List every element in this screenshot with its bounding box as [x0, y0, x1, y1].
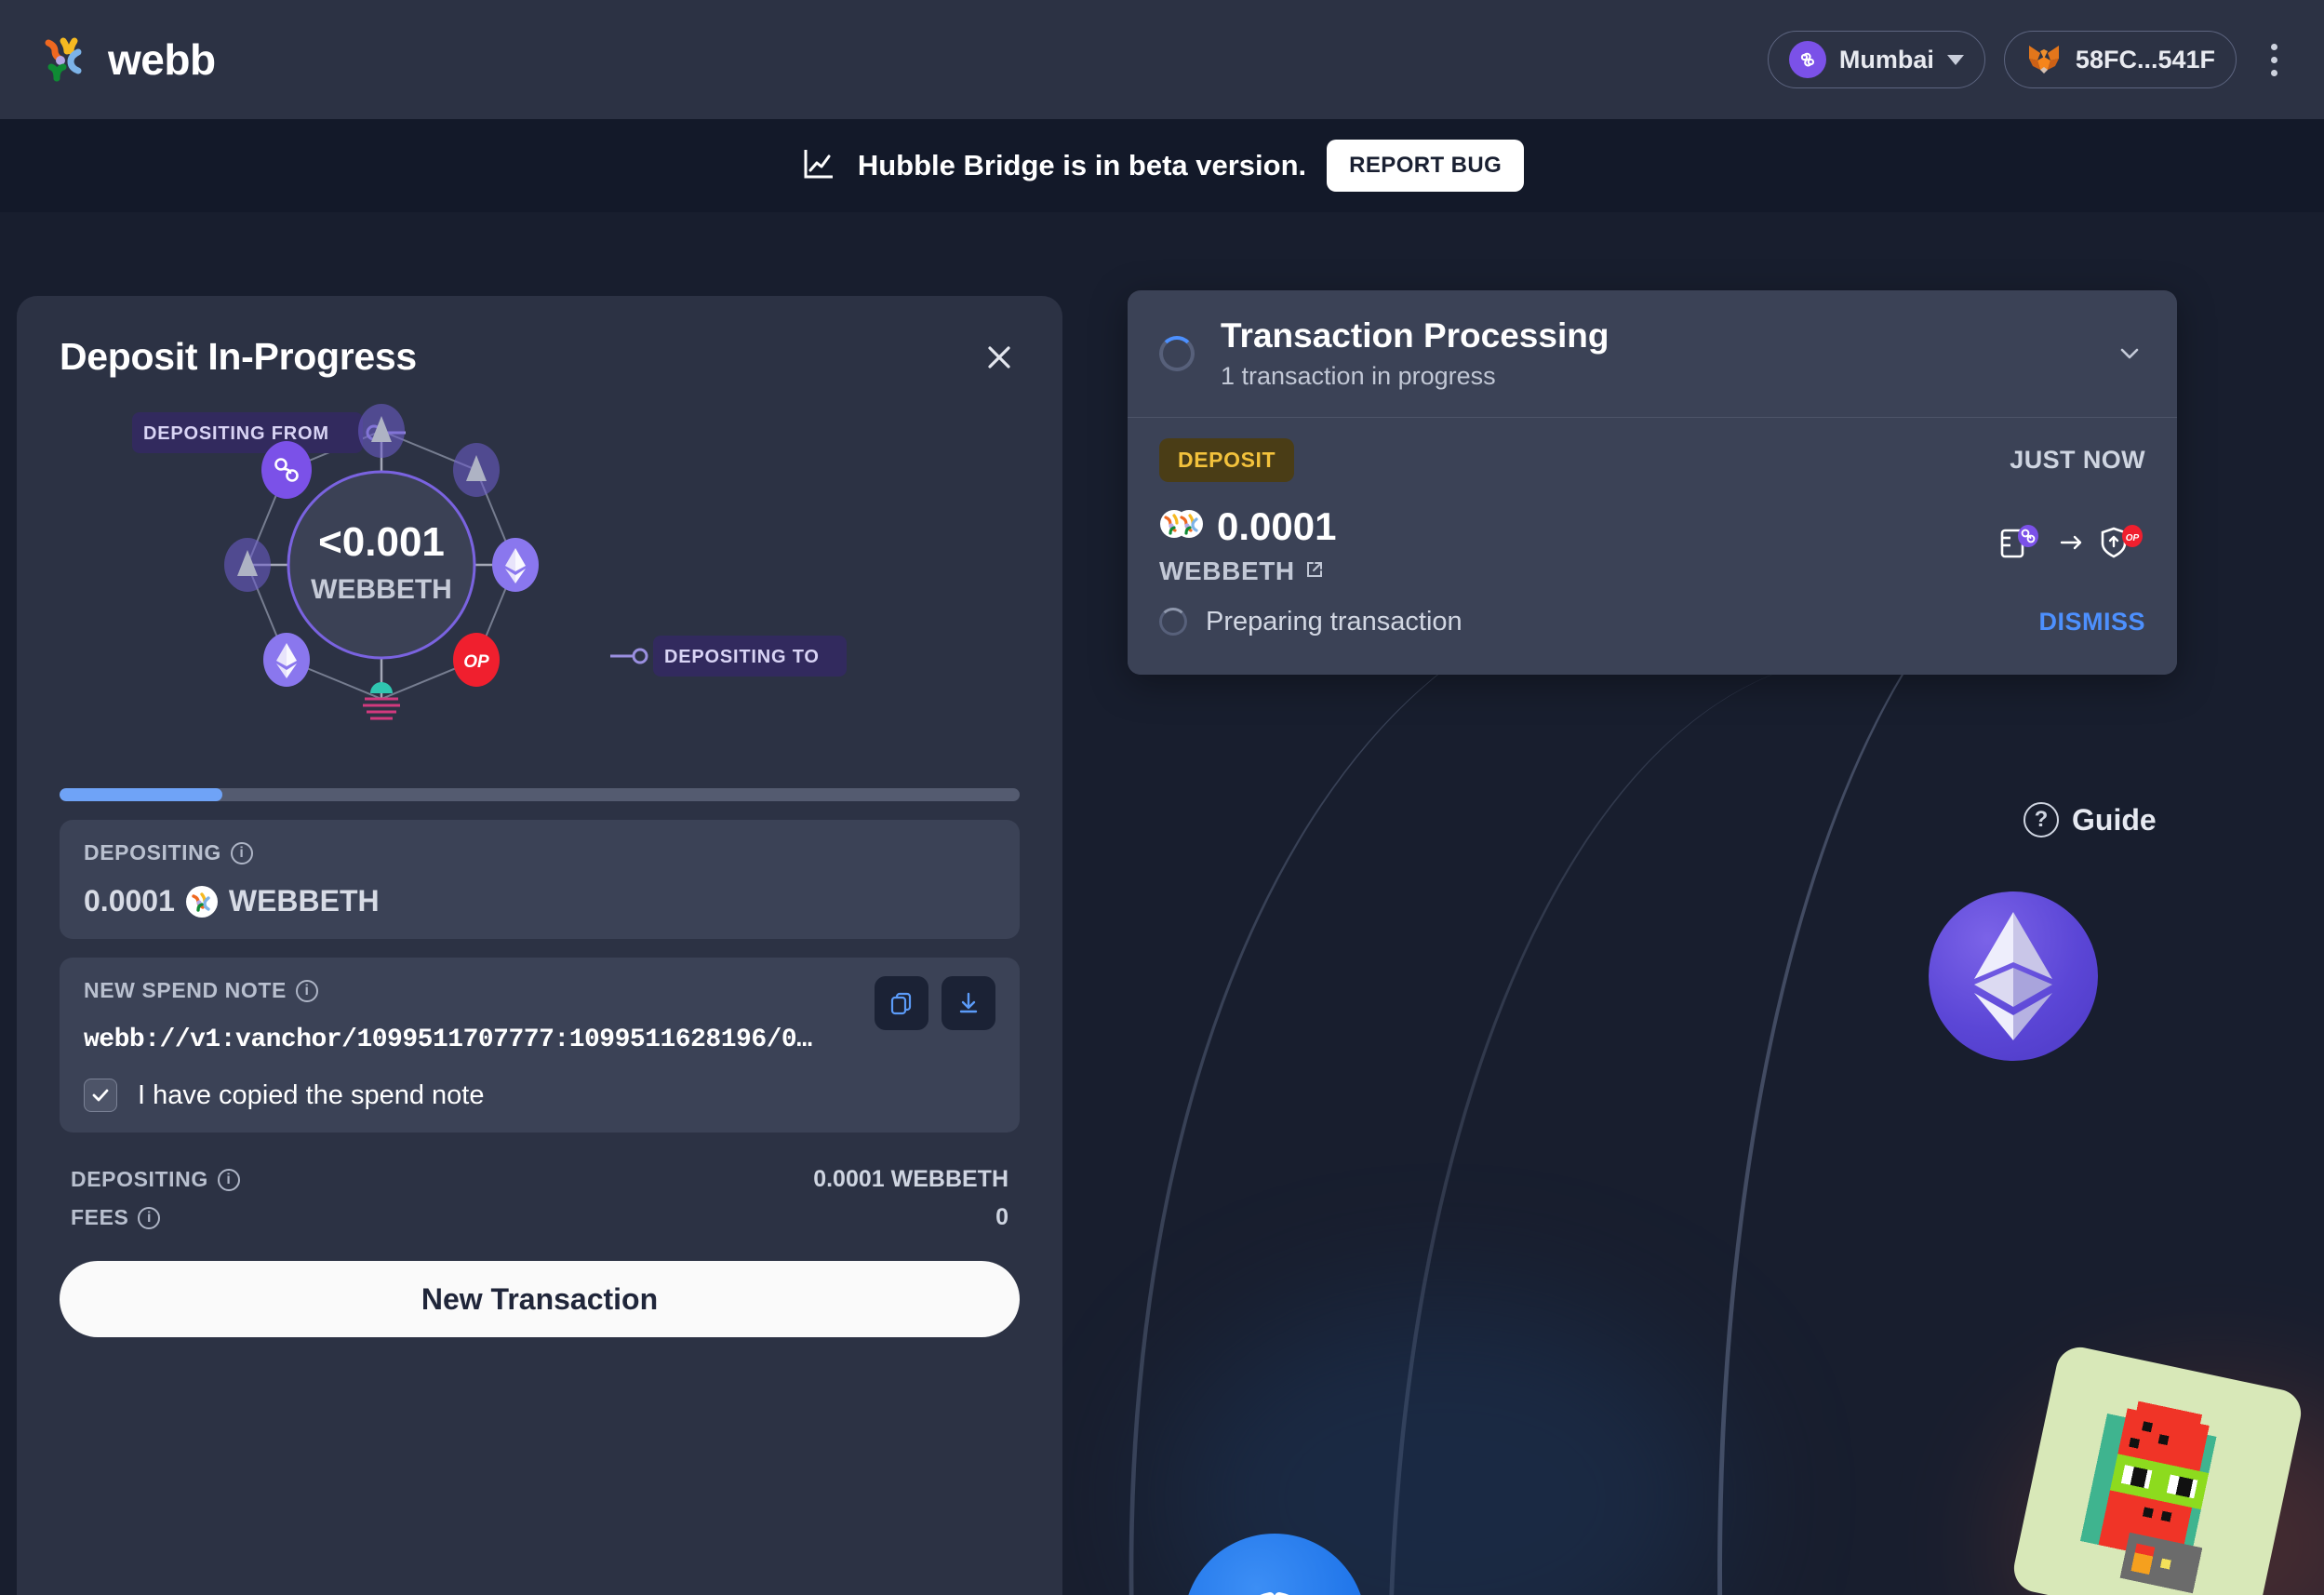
depositing-to-label: DEPOSITING TO: [664, 647, 820, 667]
metamask-fox-icon: [2025, 42, 2063, 77]
brand-logo[interactable]: webb: [41, 34, 216, 86]
guide-label: Guide: [2072, 802, 2157, 837]
shield-optimism-icon: OP: [2099, 521, 2145, 569]
close-icon[interactable]: [979, 337, 1020, 378]
wallet-polygon-icon: [1998, 521, 2045, 569]
network-selector[interactable]: Mumbai: [1767, 31, 1985, 88]
beta-banner-text: Hubble Bridge is in beta version.: [857, 149, 1307, 181]
depositing-from-label: DEPOSITING FROM: [143, 423, 329, 444]
spend-note-box: NEW SPEND NOTE i webb://v1:vanchor/10995…: [60, 958, 1020, 1133]
ring-center-symbol: WEBBETH: [311, 574, 452, 605]
spinner-icon: [1159, 608, 1187, 637]
ring-node-arbitrum: [358, 404, 405, 458]
guide-link[interactable]: ? Guide: [2023, 802, 2157, 838]
summary-value: 0: [995, 1204, 1008, 1230]
chain-ring-diagram: <0.001 WEBBETH DEPOSITING FROM DEPOSITIN…: [60, 386, 1020, 777]
page-title: Deposit In-Progress: [60, 335, 417, 378]
svg-text:OP: OP: [463, 652, 489, 672]
transaction-processing-card: Transaction Processing 1 transaction in …: [1128, 290, 2177, 675]
ethereum-orb-icon: [1929, 891, 2098, 1061]
ring-node-optimism: OP: [453, 633, 500, 687]
new-transaction-button[interactable]: New Transaction: [60, 1261, 1020, 1337]
summary-row: FEES i 0: [60, 1199, 1020, 1237]
info-icon[interactable]: i: [295, 979, 318, 1002]
deposit-progress-fill: [60, 788, 223, 801]
transaction-card-header: Transaction Processing 1 transaction in …: [1128, 290, 2177, 418]
wallet-address-label: 58FC...541F: [2075, 45, 2215, 74]
info-icon[interactable]: i: [217, 1168, 240, 1191]
summary-value: 0.0001 WEBBETH: [813, 1166, 1008, 1192]
status-badge: DEPOSIT: [1159, 437, 1295, 482]
spend-note-confirm-row[interactable]: I have copied the spend note: [84, 1079, 995, 1112]
transaction-timestamp: JUST NOW: [2010, 445, 2145, 474]
transaction-card-subtitle: 1 transaction in progress: [1221, 361, 1496, 390]
summary-key-text: DEPOSITING: [71, 1167, 208, 1191]
depositing-amount: 0.0001: [84, 884, 175, 918]
transaction-step-row: Preparing transaction DISMISS: [1159, 586, 2145, 665]
transaction-card-title: Transaction Processing: [1221, 316, 1609, 355]
transaction-token-row[interactable]: WEBBETH: [1159, 556, 1336, 586]
info-icon[interactable]: i: [138, 1206, 161, 1229]
beta-banner: Hubble Bridge is in beta version. REPORT…: [0, 119, 2324, 212]
ring-node-arbitrum: [453, 443, 500, 497]
ring-node-ethereum: [492, 538, 539, 592]
polygon-icon: [1788, 41, 1826, 78]
deposit-card-header: Deposit In-Progress: [60, 296, 1020, 379]
copied-checkbox[interactable]: [84, 1079, 117, 1112]
deposit-summary-list: DEPOSITING i 0.0001 WEBBETH FEES i 0: [60, 1160, 1020, 1237]
svg-text:OP: OP: [2126, 533, 2140, 543]
copy-icon[interactable]: [875, 976, 928, 1030]
external-link-icon[interactable]: [1304, 556, 1325, 586]
summary-row: DEPOSITING i 0.0001 WEBBETH: [60, 1160, 1020, 1199]
webb-logo-icon: [41, 34, 93, 86]
depositing-box-label: DEPOSITING i: [84, 840, 995, 865]
deposit-progress-card: Deposit In-Progress <0.001 WEBBETH DEPOS…: [17, 296, 1062, 1595]
webb-token-icon: [1159, 505, 1204, 547]
chevron-down-icon: [1946, 54, 1964, 65]
chevron-down-icon[interactable]: [2114, 338, 2145, 369]
spend-note-value: webb://v1:vanchor/1099511707777:10995116…: [84, 1025, 812, 1054]
copied-checkbox-label: I have copied the spend note: [138, 1079, 485, 1110]
summary-key: FEES i: [71, 1205, 161, 1230]
deposit-progress-bar: [60, 788, 1020, 801]
dismiss-button[interactable]: DISMISS: [2038, 608, 2145, 637]
depositing-box-value: 0.0001 WEBBETH: [84, 884, 995, 918]
transaction-amount: 0.0001: [1217, 503, 1337, 548]
transaction-route: OP: [1998, 521, 2145, 569]
spend-note-label-text: NEW SPEND NOTE: [84, 978, 287, 1002]
transaction-amount-wrap: 0.0001: [1159, 504, 1336, 549]
spend-note-actions: [875, 976, 995, 1030]
transaction-amount-row: 0.0001 WEBBETH OP: [1159, 504, 2145, 586]
ring-center-value: <0.001: [318, 519, 445, 565]
header-actions: Mumbai 58FC...541F: [1767, 31, 2292, 88]
ring-node-scroll: [224, 538, 271, 592]
webb-token-icon: [185, 885, 218, 918]
ring-node-polygon: [261, 441, 312, 499]
summary-key: DEPOSITING i: [71, 1167, 240, 1192]
network-label: Mumbai: [1838, 45, 1934, 74]
depositing-token: WEBBETH: [228, 884, 380, 918]
transaction-step-label: Preparing transaction: [1206, 606, 1463, 637]
question-circle-icon: ?: [2023, 802, 2059, 838]
spend-note-label: NEW SPEND NOTE i: [84, 978, 995, 1003]
brand-name: webb: [108, 35, 216, 84]
depositing-label-text: DEPOSITING: [84, 840, 221, 865]
ring-node-moonbeam: [363, 682, 400, 720]
report-bug-button[interactable]: REPORT BUG: [1327, 140, 1525, 192]
summary-key-text: FEES: [71, 1205, 129, 1229]
wallet-address-button[interactable]: 58FC...541F: [2003, 31, 2237, 88]
depositing-amount-box: DEPOSITING i 0.0001 WEBBETH: [60, 820, 1020, 939]
arrow-right-icon: [2058, 531, 2086, 558]
ring-node-ethereum: [263, 633, 310, 687]
transaction-meta-row: DEPOSIT JUST NOW: [1159, 437, 2145, 482]
app-header: webb Mumbai 58FC...541F: [0, 0, 2324, 119]
transaction-token: WEBBETH: [1159, 556, 1295, 585]
chart-line-icon: [800, 145, 837, 187]
info-icon[interactable]: i: [230, 841, 253, 865]
spinner-icon: [1159, 335, 1195, 371]
download-icon[interactable]: [942, 976, 995, 1030]
kebab-menu-icon[interactable]: [2255, 31, 2292, 88]
transaction-card-body: DEPOSIT JUST NOW 0.0001 WEBBETH OP Prepa…: [1128, 417, 2177, 675]
